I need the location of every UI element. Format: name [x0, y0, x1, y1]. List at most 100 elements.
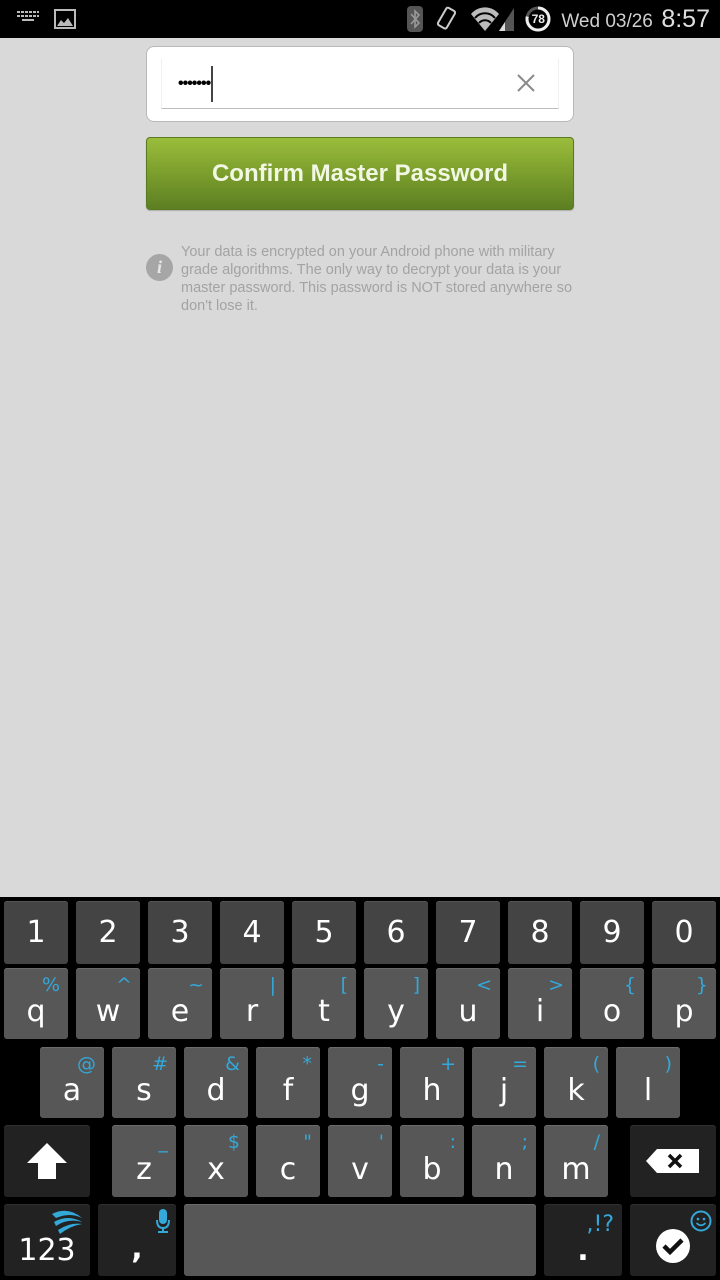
- password-value: •••••••: [178, 74, 211, 92]
- key-label: g: [350, 1073, 370, 1108]
- key-u[interactable]: < u: [436, 968, 500, 1039]
- comma-key-label: ,: [131, 1231, 143, 1266]
- key-z[interactable]: _ z: [112, 1125, 176, 1197]
- key-alt-label: ^: [116, 974, 132, 996]
- key-n[interactable]: ; n: [472, 1125, 536, 1197]
- space-key[interactable]: [184, 1204, 536, 1276]
- backspace-key[interactable]: [630, 1125, 716, 1197]
- key-7[interactable]: 7: [436, 901, 500, 964]
- shift-key[interactable]: [4, 1125, 90, 1197]
- key-x[interactable]: $ x: [184, 1125, 248, 1197]
- key-m[interactable]: / m: [544, 1125, 608, 1197]
- key-0[interactable]: 0: [652, 901, 716, 964]
- key-p[interactable]: } p: [652, 968, 716, 1039]
- key-label: d: [206, 1073, 226, 1108]
- key-s[interactable]: # s: [112, 1047, 176, 1118]
- key-label: 1: [26, 915, 46, 950]
- signal-icon: [499, 8, 515, 31]
- password-card: •••••••: [146, 46, 574, 122]
- key-d[interactable]: & d: [184, 1047, 248, 1118]
- master-password-input[interactable]: •••••••: [161, 59, 559, 109]
- key-label: 6: [386, 915, 406, 950]
- key-alt-label: _: [158, 1131, 169, 1153]
- key-3[interactable]: 3: [148, 901, 212, 964]
- key-label: e: [170, 994, 190, 1029]
- key-label: q: [26, 994, 46, 1029]
- key-label: 3: [170, 915, 190, 950]
- key-label: h: [422, 1073, 442, 1108]
- key-alt-label: ": [303, 1131, 312, 1153]
- key-alt-label: *: [302, 1053, 313, 1075]
- key-label: b: [422, 1152, 442, 1187]
- bluetooth-icon: [407, 6, 424, 32]
- key-a[interactable]: @ a: [40, 1047, 104, 1118]
- key-label: 7: [458, 915, 478, 950]
- key-label: 5: [314, 915, 334, 950]
- key-i[interactable]: > i: [508, 968, 572, 1039]
- key-8[interactable]: 8: [508, 901, 572, 964]
- key-w[interactable]: ^ w: [76, 968, 140, 1039]
- key-4[interactable]: 4: [220, 901, 284, 964]
- done-key[interactable]: [630, 1204, 716, 1276]
- key-9[interactable]: 9: [580, 901, 644, 964]
- key-6[interactable]: 6: [364, 901, 428, 964]
- keyboard-icon: [17, 11, 39, 21]
- battery-icon: 78: [525, 6, 551, 32]
- key-5[interactable]: 5: [292, 901, 356, 964]
- text-cursor: [211, 65, 214, 102]
- period-key-label: .: [577, 1233, 589, 1268]
- key-t[interactable]: [t: [292, 968, 356, 1039]
- key-label: 0: [674, 915, 694, 950]
- swype-icon: [52, 1210, 82, 1234]
- key-label: 2: [98, 915, 118, 950]
- status-bar: 78 Wed 03/26 8:57: [0, 0, 720, 38]
- shift-icon: [27, 1143, 67, 1179]
- key-o[interactable]: {o: [580, 968, 644, 1039]
- info-text: Your data is encrypted on your Android p…: [181, 244, 573, 314]
- status-time: 8:57: [661, 4, 710, 33]
- symbols-key[interactable]: 123: [4, 1204, 90, 1276]
- key-label: k: [567, 1073, 585, 1108]
- key-alt-label: @: [77, 1053, 96, 1075]
- key-j[interactable]: = j: [472, 1047, 536, 1118]
- key-alt-label: %: [41, 974, 60, 996]
- wifi-icon: [471, 7, 515, 31]
- key-g[interactable]: -g: [328, 1047, 392, 1118]
- key-label: f: [282, 1073, 294, 1108]
- key-b[interactable]: :b: [400, 1125, 464, 1197]
- key-v[interactable]: ' v: [328, 1125, 392, 1197]
- key-l[interactable]: ) l: [616, 1047, 680, 1118]
- key-2[interactable]: 2: [76, 901, 140, 964]
- key-label: l: [643, 1073, 653, 1108]
- period-key[interactable]: ,!? .: [544, 1204, 622, 1276]
- key-label: v: [351, 1152, 369, 1187]
- key-label: y: [387, 994, 405, 1029]
- soft-keyboard: 1 2 3 4 5 6 7 8 9 0% q ^ w ~ e | r[t] y < u > i{o} p @ a # s & d * f - g…: [0, 897, 720, 1280]
- emoji-icon: [690, 1210, 712, 1232]
- key-q[interactable]: % q: [4, 968, 68, 1039]
- key-label: 8: [530, 915, 550, 950]
- info-icon: i: [146, 254, 173, 281]
- key-alt-label: ]: [412, 974, 420, 996]
- key-c[interactable]: " c: [256, 1125, 320, 1197]
- confirm-master-password-button[interactable]: Confirm Master Password: [146, 137, 574, 210]
- image-icon: [54, 9, 76, 29]
- key-alt-label: $: [227, 1131, 240, 1153]
- key-label: a: [62, 1073, 82, 1108]
- key-f[interactable]: * f: [256, 1047, 320, 1118]
- checkmark-icon: [656, 1228, 690, 1263]
- key-r[interactable]: | r: [220, 968, 284, 1039]
- key-1[interactable]: 1: [4, 901, 68, 964]
- close-icon[interactable]: [512, 69, 540, 97]
- key-y[interactable]: ] y: [364, 968, 428, 1039]
- key-h[interactable]: + h: [400, 1047, 464, 1118]
- key-e[interactable]: ~ e: [148, 968, 212, 1039]
- key-k[interactable]: (k: [544, 1047, 608, 1118]
- key-label: m: [561, 1152, 591, 1187]
- key-label: j: [499, 1073, 509, 1108]
- key-alt-label: :: [449, 1131, 456, 1153]
- key-alt-label: >: [548, 974, 564, 996]
- battery-level: 78: [531, 12, 545, 26]
- comma-key[interactable]: ,: [98, 1204, 176, 1276]
- key-alt-label: <: [476, 974, 492, 996]
